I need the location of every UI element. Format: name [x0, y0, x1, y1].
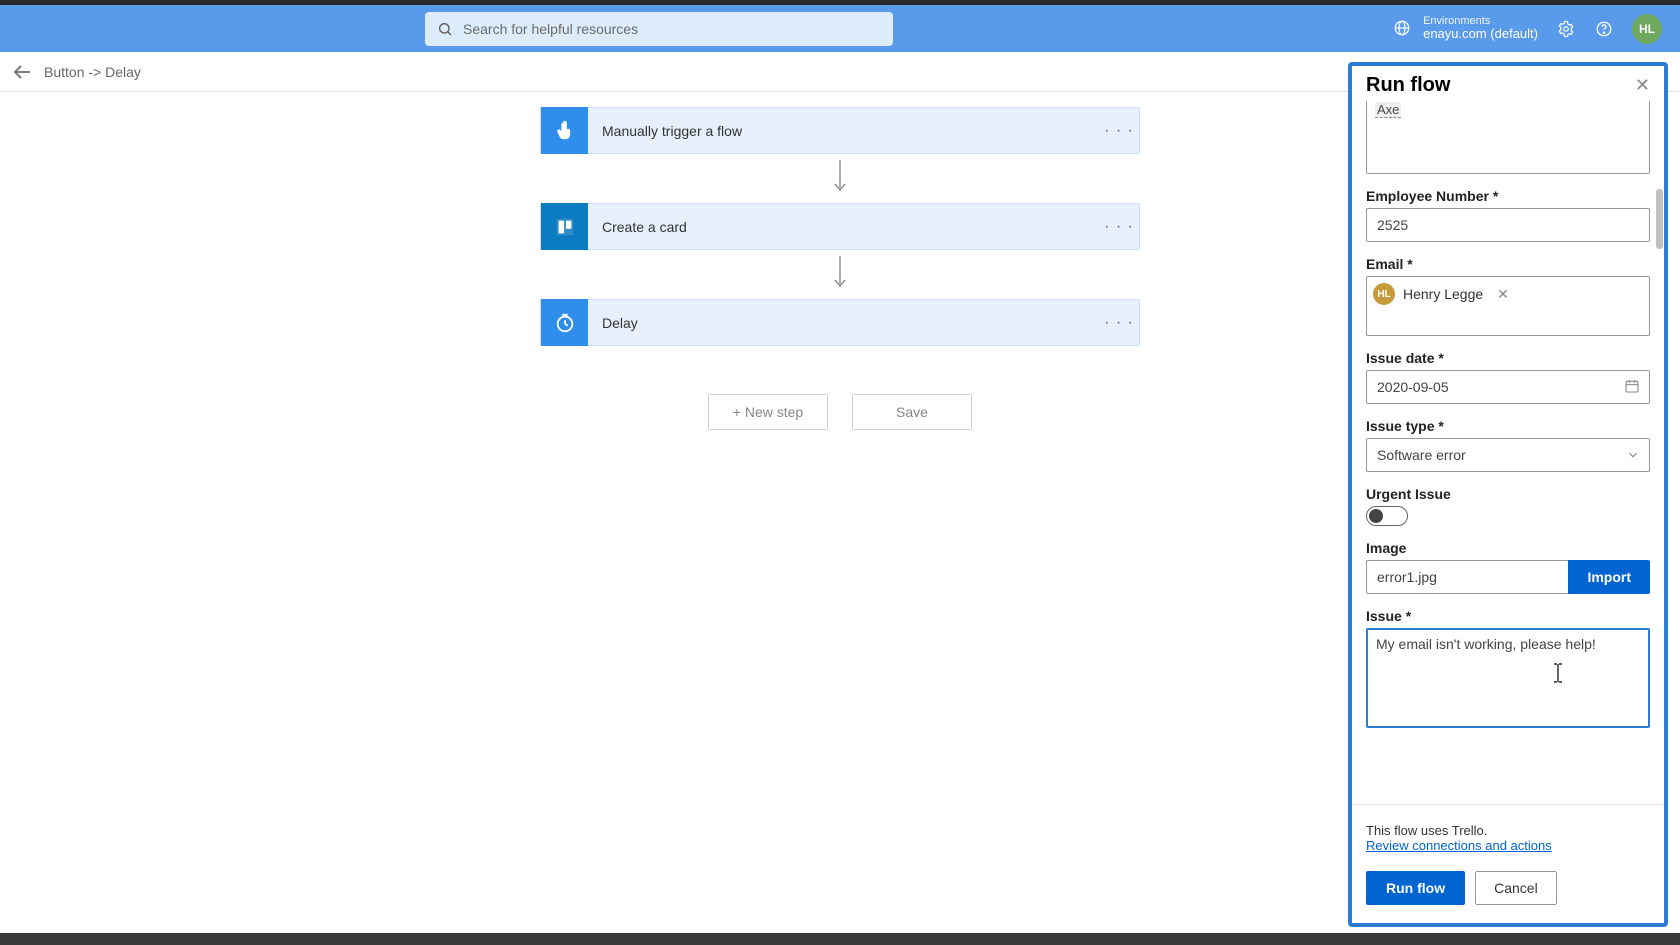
- search-icon: [437, 21, 453, 37]
- settings-button[interactable]: [1556, 19, 1576, 39]
- user-avatar[interactable]: HL: [1632, 14, 1662, 44]
- calendar-icon[interactable]: [1624, 378, 1640, 399]
- gear-icon: [1557, 20, 1575, 38]
- new-step-button[interactable]: + New step: [708, 394, 828, 430]
- issue-date-input[interactable]: [1366, 370, 1650, 404]
- urgent-issue-label: Urgent Issue: [1366, 486, 1650, 502]
- issue-date-label: Issue date *: [1366, 350, 1650, 366]
- arrow-left-icon: [10, 60, 34, 84]
- issue-type-label: Issue type *: [1366, 418, 1650, 434]
- touch-icon: [541, 107, 588, 154]
- environment-switcher[interactable]: Environments enayu.com (default): [1393, 15, 1538, 41]
- run-flow-panel: Run flow ✕ Axe Employee Number * Email *…: [1348, 62, 1668, 927]
- search-input[interactable]: [463, 21, 881, 37]
- panel-title: Run flow: [1366, 74, 1450, 97]
- global-search[interactable]: [425, 12, 893, 46]
- step-menu-button[interactable]: · · ·: [1099, 122, 1139, 140]
- environment-icon: [1393, 19, 1411, 37]
- panel-info: This flow uses Trello. Review connection…: [1352, 804, 1664, 865]
- issue-textarea[interactable]: [1366, 628, 1650, 728]
- step-menu-button[interactable]: · · ·: [1099, 218, 1139, 236]
- flow-step-create-card[interactable]: Create a card · · ·: [540, 203, 1140, 250]
- help-button[interactable]: [1594, 19, 1614, 39]
- breadcrumb: Button -> Delay: [44, 64, 141, 80]
- flow-connector: [540, 250, 1140, 299]
- image-filename-input[interactable]: [1366, 560, 1568, 594]
- employee-number-input[interactable]: [1366, 208, 1650, 242]
- issue-type-select[interactable]: [1366, 438, 1650, 472]
- chevron-down-icon: [1626, 448, 1640, 467]
- scrollbar[interactable]: [1656, 189, 1663, 798]
- image-label: Image: [1366, 540, 1650, 556]
- urgent-toggle[interactable]: [1366, 506, 1408, 526]
- employee-number-label: Employee Number *: [1366, 188, 1650, 204]
- save-button[interactable]: Save: [852, 394, 972, 430]
- trello-icon: [541, 203, 588, 250]
- cancel-button[interactable]: Cancel: [1475, 871, 1557, 905]
- remove-person-button[interactable]: ✕: [1497, 286, 1509, 303]
- flow-step-delay[interactable]: Delay · · ·: [540, 299, 1140, 346]
- clock-icon: [541, 299, 588, 346]
- step-menu-button[interactable]: · · ·: [1099, 314, 1139, 332]
- window-frame-bottom: [0, 933, 1680, 945]
- issue-label: Issue *: [1366, 608, 1650, 624]
- person-chip: HL Henry Legge ✕: [1373, 283, 1509, 305]
- back-button[interactable]: [10, 60, 34, 84]
- email-label: Email *: [1366, 256, 1650, 272]
- app-header: Environments enayu.com (default) HL: [0, 5, 1680, 52]
- step-label: Create a card: [588, 219, 1099, 235]
- help-icon: [1595, 20, 1613, 38]
- uses-text: This flow uses Trello.: [1366, 823, 1487, 838]
- panel-close-button[interactable]: ✕: [1635, 75, 1650, 96]
- import-button[interactable]: Import: [1568, 560, 1650, 594]
- text-field-partial[interactable]: Axe: [1366, 101, 1650, 174]
- flow-connector: [540, 154, 1140, 203]
- person-name: Henry Legge: [1403, 286, 1483, 302]
- environment-label: Environments: [1423, 15, 1538, 27]
- flow-step-trigger[interactable]: Manually trigger a flow · · ·: [540, 107, 1140, 154]
- review-connections-link[interactable]: Review connections and actions: [1366, 838, 1552, 853]
- environment-name: enayu.com (default): [1423, 27, 1538, 41]
- person-avatar: HL: [1373, 283, 1395, 305]
- step-label: Delay: [588, 315, 1099, 331]
- email-people-picker[interactable]: HL Henry Legge ✕: [1366, 276, 1650, 336]
- run-flow-button[interactable]: Run flow: [1366, 871, 1465, 905]
- step-label: Manually trigger a flow: [588, 123, 1099, 139]
